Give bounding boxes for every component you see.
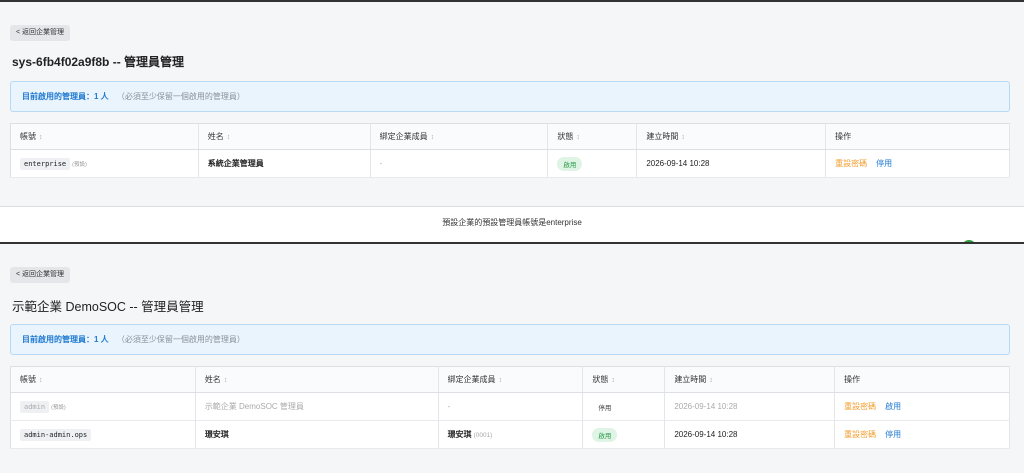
status-cell: 停用 — [582, 392, 666, 421]
active-admin-info: 目前啟用的管理員：1 人 （必須至少保留一個啟用的管理員） — [10, 324, 1010, 355]
column-header-status[interactable]: 狀態 ↕ — [582, 366, 666, 393]
sort-icon[interactable]: ↕ — [39, 377, 43, 384]
caption: 預設企業的預設管理員帳號是enterprise — [442, 218, 582, 227]
active-admin-note: （必須至少保留一個啟用的管理員） — [116, 335, 245, 344]
created-cell: 2026-09-14 10:28 — [664, 392, 836, 421]
table-row: enterprise (預設) 系統企業管理員 - 啟用 2026-09-14 1… — [10, 149, 1010, 178]
column-header-status[interactable]: 狀態 ↕ — [547, 123, 638, 150]
actions-cell: 重設密碼 停用 — [834, 420, 1010, 449]
back-to-enterprise-button[interactable]: < 返回企業管理 — [10, 267, 71, 283]
screenshot-enterprise-admins: < 返回企業管理 sys-6fb4f02a9f8b -- 管理員管理 目前啟用的… — [0, 0, 1024, 207]
default-tag: (預設) — [72, 161, 87, 168]
status-cell: 啟用 — [547, 149, 638, 178]
column-header-member[interactable]: 綁定企業成員 ↕ — [370, 123, 549, 150]
column-header-created[interactable]: 建立時間 ↕ — [664, 366, 836, 393]
column-header-actions: 操作 — [834, 366, 1010, 393]
created-cell: 2026-09-14 10:28 — [636, 149, 827, 178]
account-cell: admin-admin.ops — [10, 420, 196, 449]
member-cell: - — [438, 392, 584, 421]
back-to-enterprise-button[interactable]: < 返回企業管理 — [10, 25, 71, 41]
sort-icon[interactable]: ↕ — [709, 377, 713, 384]
table-header-row: 帳號 ↕ 姓名 ↕ 綁定企業成員 ↕ 狀態 ↕ 建立時間 ↕ 操作 — [10, 366, 1010, 393]
table-header-row: 帳號 ↕ 姓名 ↕ 綁定企業成員 ↕ 狀態 ↕ 建立時間 ↕ 操作 — [10, 123, 1010, 150]
status-cell: 啟用 — [582, 420, 666, 449]
admin-table: 帳號 ↕ 姓名 ↕ 綁定企業成員 ↕ 狀態 ↕ 建立時間 ↕ 操作 admin (預設) 示… — [10, 366, 1010, 449]
active-admin-info: 目前啟用的管理員：1 人 （必須至少保留一個啟用的管理員） — [10, 81, 1010, 112]
sort-icon[interactable]: ↕ — [227, 134, 231, 141]
name-cell: 系統企業管理員 — [198, 149, 371, 178]
table-row: admin-admin.ops 璟安琪 璟安琪 (0001) 啟用 2026-09… — [10, 420, 1010, 449]
column-header-account[interactable]: 帳號 ↕ — [10, 366, 196, 393]
actions-cell: 重設密碼 停用 — [825, 149, 1010, 178]
account-cell: admin (預設) — [10, 392, 196, 421]
column-header-actions: 操作 — [825, 123, 1010, 150]
sort-icon[interactable]: ↕ — [611, 377, 615, 384]
account-code: admin — [20, 400, 50, 413]
default-tag: (預設) — [51, 404, 66, 411]
reset-password-link[interactable]: 重設密碼 — [844, 402, 876, 411]
sort-icon[interactable]: ↕ — [224, 377, 228, 384]
member-cell: 璟安琪 (0001) — [438, 420, 584, 449]
disable-link[interactable]: 停用 — [885, 430, 901, 439]
created-cell: 2026-09-14 10:28 — [664, 420, 836, 449]
column-header-name[interactable]: 姓名 ↕ — [195, 366, 439, 393]
active-admin-count: 目前啟用的管理員：1 人 — [22, 92, 109, 101]
enable-link[interactable]: 啟用 — [885, 402, 901, 411]
name-cell: 璟安琪 — [195, 420, 439, 449]
page-title: 示範企業 DemoSOC -- 管理員管理 — [12, 300, 204, 314]
admin-table: 帳號 ↕ 姓名 ↕ 綁定企業成員 ↕ 狀態 ↕ 建立時間 ↕ 操作 enterprise(… — [10, 123, 1010, 178]
sort-icon[interactable]: ↕ — [431, 134, 435, 141]
active-admin-note: （必須至少保留一個啟用的管理員） — [116, 92, 245, 101]
screenshot-demosoc-admins: < 返回企業管理 示範企業 DemoSOC -- 管理員管理 目前啟用的管理員：… — [0, 242, 1024, 473]
column-header-name[interactable]: 姓名 ↕ — [198, 123, 371, 150]
status-badge: 啟用 — [592, 427, 618, 442]
reset-password-link[interactable]: 重設密碼 — [844, 430, 876, 439]
sort-icon[interactable]: ↕ — [681, 134, 685, 141]
page-title: sys-6fb4f02a9f8b -- 管理員管理 — [12, 55, 185, 69]
account-code: admin-admin.ops — [20, 428, 92, 441]
column-header-created[interactable]: 建立時間 ↕ — [636, 123, 827, 150]
sort-icon[interactable]: ↕ — [576, 134, 580, 141]
name-cell: 示範企業 DemoSOC 管理員 — [195, 392, 439, 421]
column-header-account[interactable]: 帳號 ↕ — [10, 123, 199, 150]
status-badge: 停用 — [598, 404, 612, 412]
column-header-member[interactable]: 綁定企業成員 ↕ — [438, 366, 584, 393]
status-badge: 啟用 — [557, 156, 583, 171]
disable-link[interactable]: 停用 — [876, 159, 892, 168]
sort-icon[interactable]: ↕ — [39, 134, 43, 141]
account-cell: enterprise (預設) — [10, 149, 199, 178]
table-row: admin (預設) 示範企業 DemoSOC 管理員 - 停用 2026-09-… — [10, 392, 1010, 421]
member-code: (0001) — [473, 432, 493, 439]
sort-icon[interactable]: ↕ — [499, 377, 503, 384]
active-admin-count: 目前啟用的管理員：1 人 — [22, 335, 109, 344]
member-cell: - — [370, 149, 549, 178]
account-code: enterprise — [20, 157, 71, 170]
actions-cell: 重設密碼 啟用 — [834, 392, 1010, 421]
member-name: 璟安琪 — [447, 430, 472, 439]
reset-password-link[interactable]: 重設密碼 — [835, 159, 867, 168]
